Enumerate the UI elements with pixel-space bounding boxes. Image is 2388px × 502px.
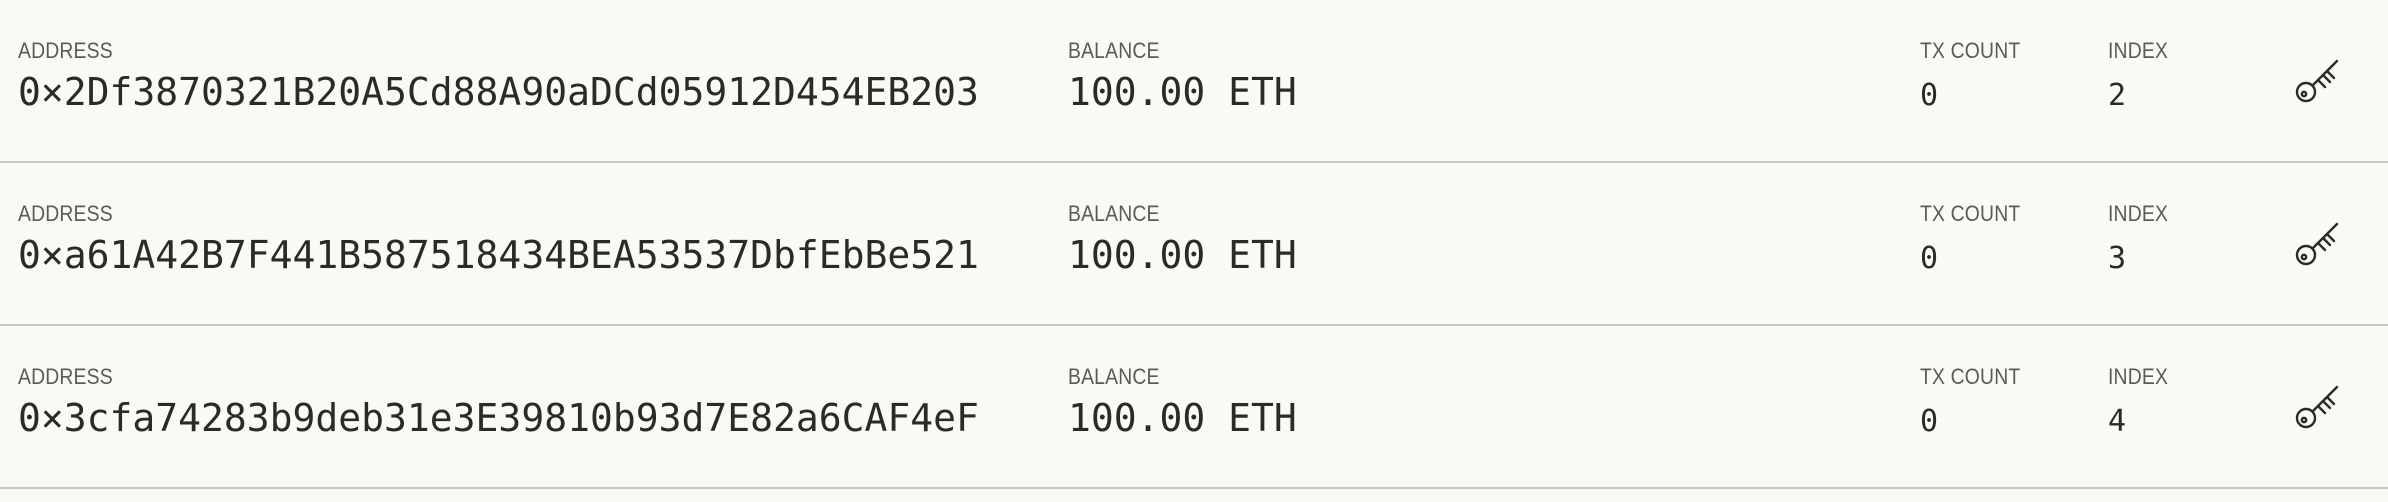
key-icon [2295, 59, 2339, 103]
key-icon [2295, 385, 2339, 429]
accounts-list: ADDRESS 0×2Df3870321B20A5Cd88A90aDCd0591… [0, 0, 2388, 502]
show-keys-button[interactable] [2290, 215, 2346, 271]
address-label: ADDRESS [18, 201, 113, 226]
account-row: ADDRESS 0×a61A42B7F441B587518434BEA53537… [0, 163, 2388, 326]
show-keys-button[interactable] [2290, 52, 2346, 108]
tx-count-value: 0 [1920, 78, 1939, 113]
index-label: INDEX [2108, 38, 2169, 63]
index-label: INDEX [2108, 201, 2169, 226]
balance-label: BALANCE [1068, 38, 1160, 63]
address-value[interactable]: 0×a61A42B7F441B587518434BEA53537DbfEbBe5… [18, 233, 979, 277]
index-label: INDEX [2108, 364, 2169, 389]
tx-count-value: 0 [1920, 241, 1939, 276]
index-value: 3 [2108, 241, 2127, 276]
tx-count-label: TX COUNT [1920, 364, 2021, 389]
address-value[interactable]: 0×3cfa74283b9deb31e3E39810b93d7E82a6CAF4… [18, 396, 979, 440]
balance-label: BALANCE [1068, 201, 1160, 226]
key-icon [2295, 222, 2339, 266]
show-keys-button[interactable] [2290, 378, 2346, 434]
balance-value: 100.00 ETH [1068, 233, 1297, 277]
balance-value: 100.00 ETH [1068, 70, 1297, 114]
address-label: ADDRESS [18, 364, 113, 389]
account-row: ADDRESS 0×3cfa74283b9deb31e3E39810b93d7E… [0, 326, 2388, 489]
account-row: ADDRESS 0×2Df3870321B20A5Cd88A90aDCd0591… [0, 0, 2388, 163]
tx-count-label: TX COUNT [1920, 38, 2021, 63]
address-value[interactable]: 0×2Df3870321B20A5Cd88A90aDCd05912D454EB2… [18, 70, 979, 114]
balance-value: 100.00 ETH [1068, 396, 1297, 440]
tx-count-value: 0 [1920, 404, 1939, 439]
tx-count-label: TX COUNT [1920, 201, 2021, 226]
balance-label: BALANCE [1068, 364, 1160, 389]
index-value: 2 [2108, 78, 2127, 113]
address-label: ADDRESS [18, 38, 113, 63]
index-value: 4 [2108, 404, 2127, 439]
